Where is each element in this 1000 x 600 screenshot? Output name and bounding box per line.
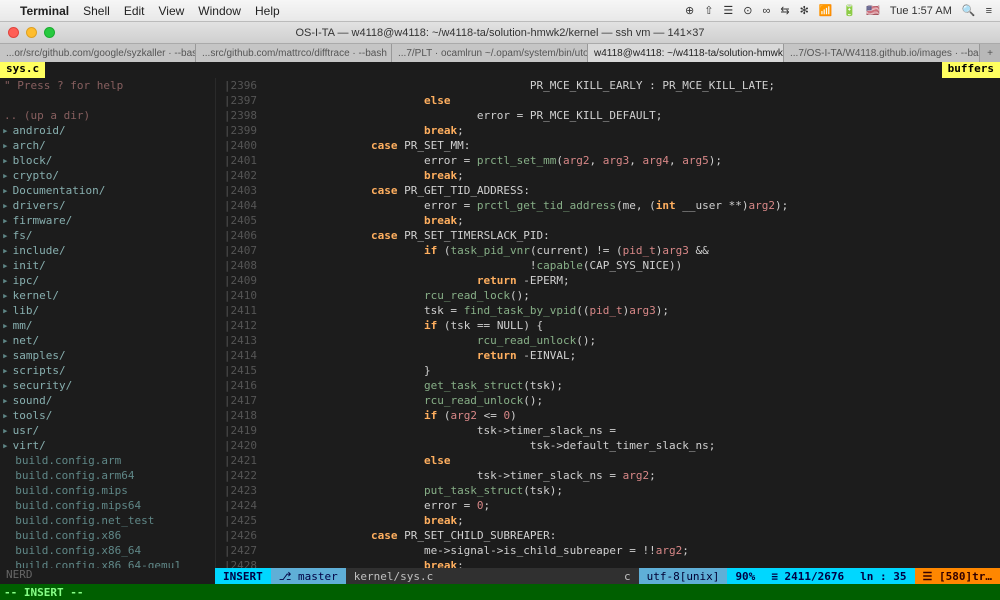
menu-help[interactable]: Help	[255, 4, 280, 18]
zoom-icon[interactable]	[44, 27, 55, 38]
trailing-segment: ☰ [580]tr…	[915, 568, 1000, 584]
status-icon[interactable]: ⇆	[780, 4, 789, 17]
code-area[interactable]: PR_MCE_KILL_EARLY : PR_MCE_KILL_LATE; el…	[265, 78, 1000, 568]
branch-segment: ⎇ master	[271, 568, 346, 584]
input-flag[interactable]: 🇺🇸	[866, 4, 880, 17]
battery-icon[interactable]: 🔋	[843, 4, 857, 17]
clock[interactable]: Tue 1:57 AM	[890, 5, 952, 17]
menu-shell[interactable]: Shell	[83, 4, 110, 18]
status-icon[interactable]: ∞	[763, 5, 771, 17]
close-icon[interactable]	[8, 27, 19, 38]
terminal-tab[interactable]: w4118@w4118: ~/w4118-ta/solution-hmwk...	[588, 44, 784, 62]
terminal-tab[interactable]: ...7/OS-I-TA/W4118.github.io/images · --…	[784, 44, 980, 62]
mode-segment: INSERT	[215, 568, 271, 584]
terminal-tab[interactable]: ...or/src/github.com/google/syzkaller · …	[0, 44, 196, 62]
macos-menubar: Terminal Shell Edit View Window Help ⊕ ⇧…	[0, 0, 1000, 22]
window-title: OS-I-TA — w4118@w4118: ~/w4118-ta/soluti…	[296, 27, 705, 39]
terminal-tabbar: ...or/src/github.com/google/syzkaller · …	[0, 44, 1000, 62]
status-icon[interactable]: ☰	[723, 4, 733, 17]
nerdtree-panel[interactable]: " Press ? for help.. (up a dir)▸android/…	[0, 78, 215, 568]
terminal-tab[interactable]: ...src/github.com/mattrco/difftrace · --…	[196, 44, 392, 62]
vim-cmdline[interactable]: -- INSERT --	[0, 584, 1000, 600]
app-name[interactable]: Terminal	[20, 4, 69, 18]
notification-icon[interactable]: ≡	[986, 5, 992, 17]
status-icon[interactable]: ⊙	[743, 4, 752, 17]
position-segment: ≡ 2411/2676	[763, 568, 852, 584]
spotlight-icon[interactable]: 🔍	[962, 4, 976, 17]
nerdtree-status: NERD	[0, 568, 215, 584]
terminal-tab[interactable]: ...7/PLT · ocamlrun ~/.opam/system/bin/u…	[392, 44, 588, 62]
traffic-lights	[8, 27, 55, 38]
status-icon[interactable]: ⇧	[704, 4, 713, 17]
buffer-label[interactable]: sys.c	[0, 62, 45, 78]
column-segment: ln : 35	[852, 568, 914, 584]
encoding-segment: utf-8[unix]	[639, 568, 728, 584]
line-gutter: |2396|2397|2398|2399|2400|2401|2402|2403…	[215, 78, 265, 568]
wifi-icon[interactable]: 📶	[819, 4, 833, 17]
status-icon[interactable]: ✻	[800, 4, 809, 17]
percent-segment: 90%	[727, 568, 763, 584]
airline-statusline: NERD INSERT ⎇ master kernel/sys.c c utf-…	[0, 568, 1000, 584]
window-titlebar[interactable]: OS-I-TA — w4118@w4118: ~/w4118-ta/soluti…	[0, 22, 1000, 44]
status-icon[interactable]: ⊕	[685, 4, 694, 17]
filepath-segment: kernel/sys.c	[346, 568, 441, 584]
menu-window[interactable]: Window	[198, 4, 241, 18]
menu-view[interactable]: View	[159, 4, 185, 18]
menubar-status: ⊕ ⇧ ☰ ⊙ ∞ ⇆ ✻ 📶 🔋 🇺🇸 Tue 1:57 AM 🔍 ≡	[685, 4, 992, 17]
filetype-segment: c	[616, 568, 639, 584]
menu-edit[interactable]: Edit	[124, 4, 145, 18]
new-tab-button[interactable]: +	[980, 44, 1000, 62]
buffers-label[interactable]: buffers	[942, 62, 1000, 78]
vim-editor: sys.c buffers " Press ? for help.. (up a…	[0, 62, 1000, 600]
minimize-icon[interactable]	[26, 27, 37, 38]
